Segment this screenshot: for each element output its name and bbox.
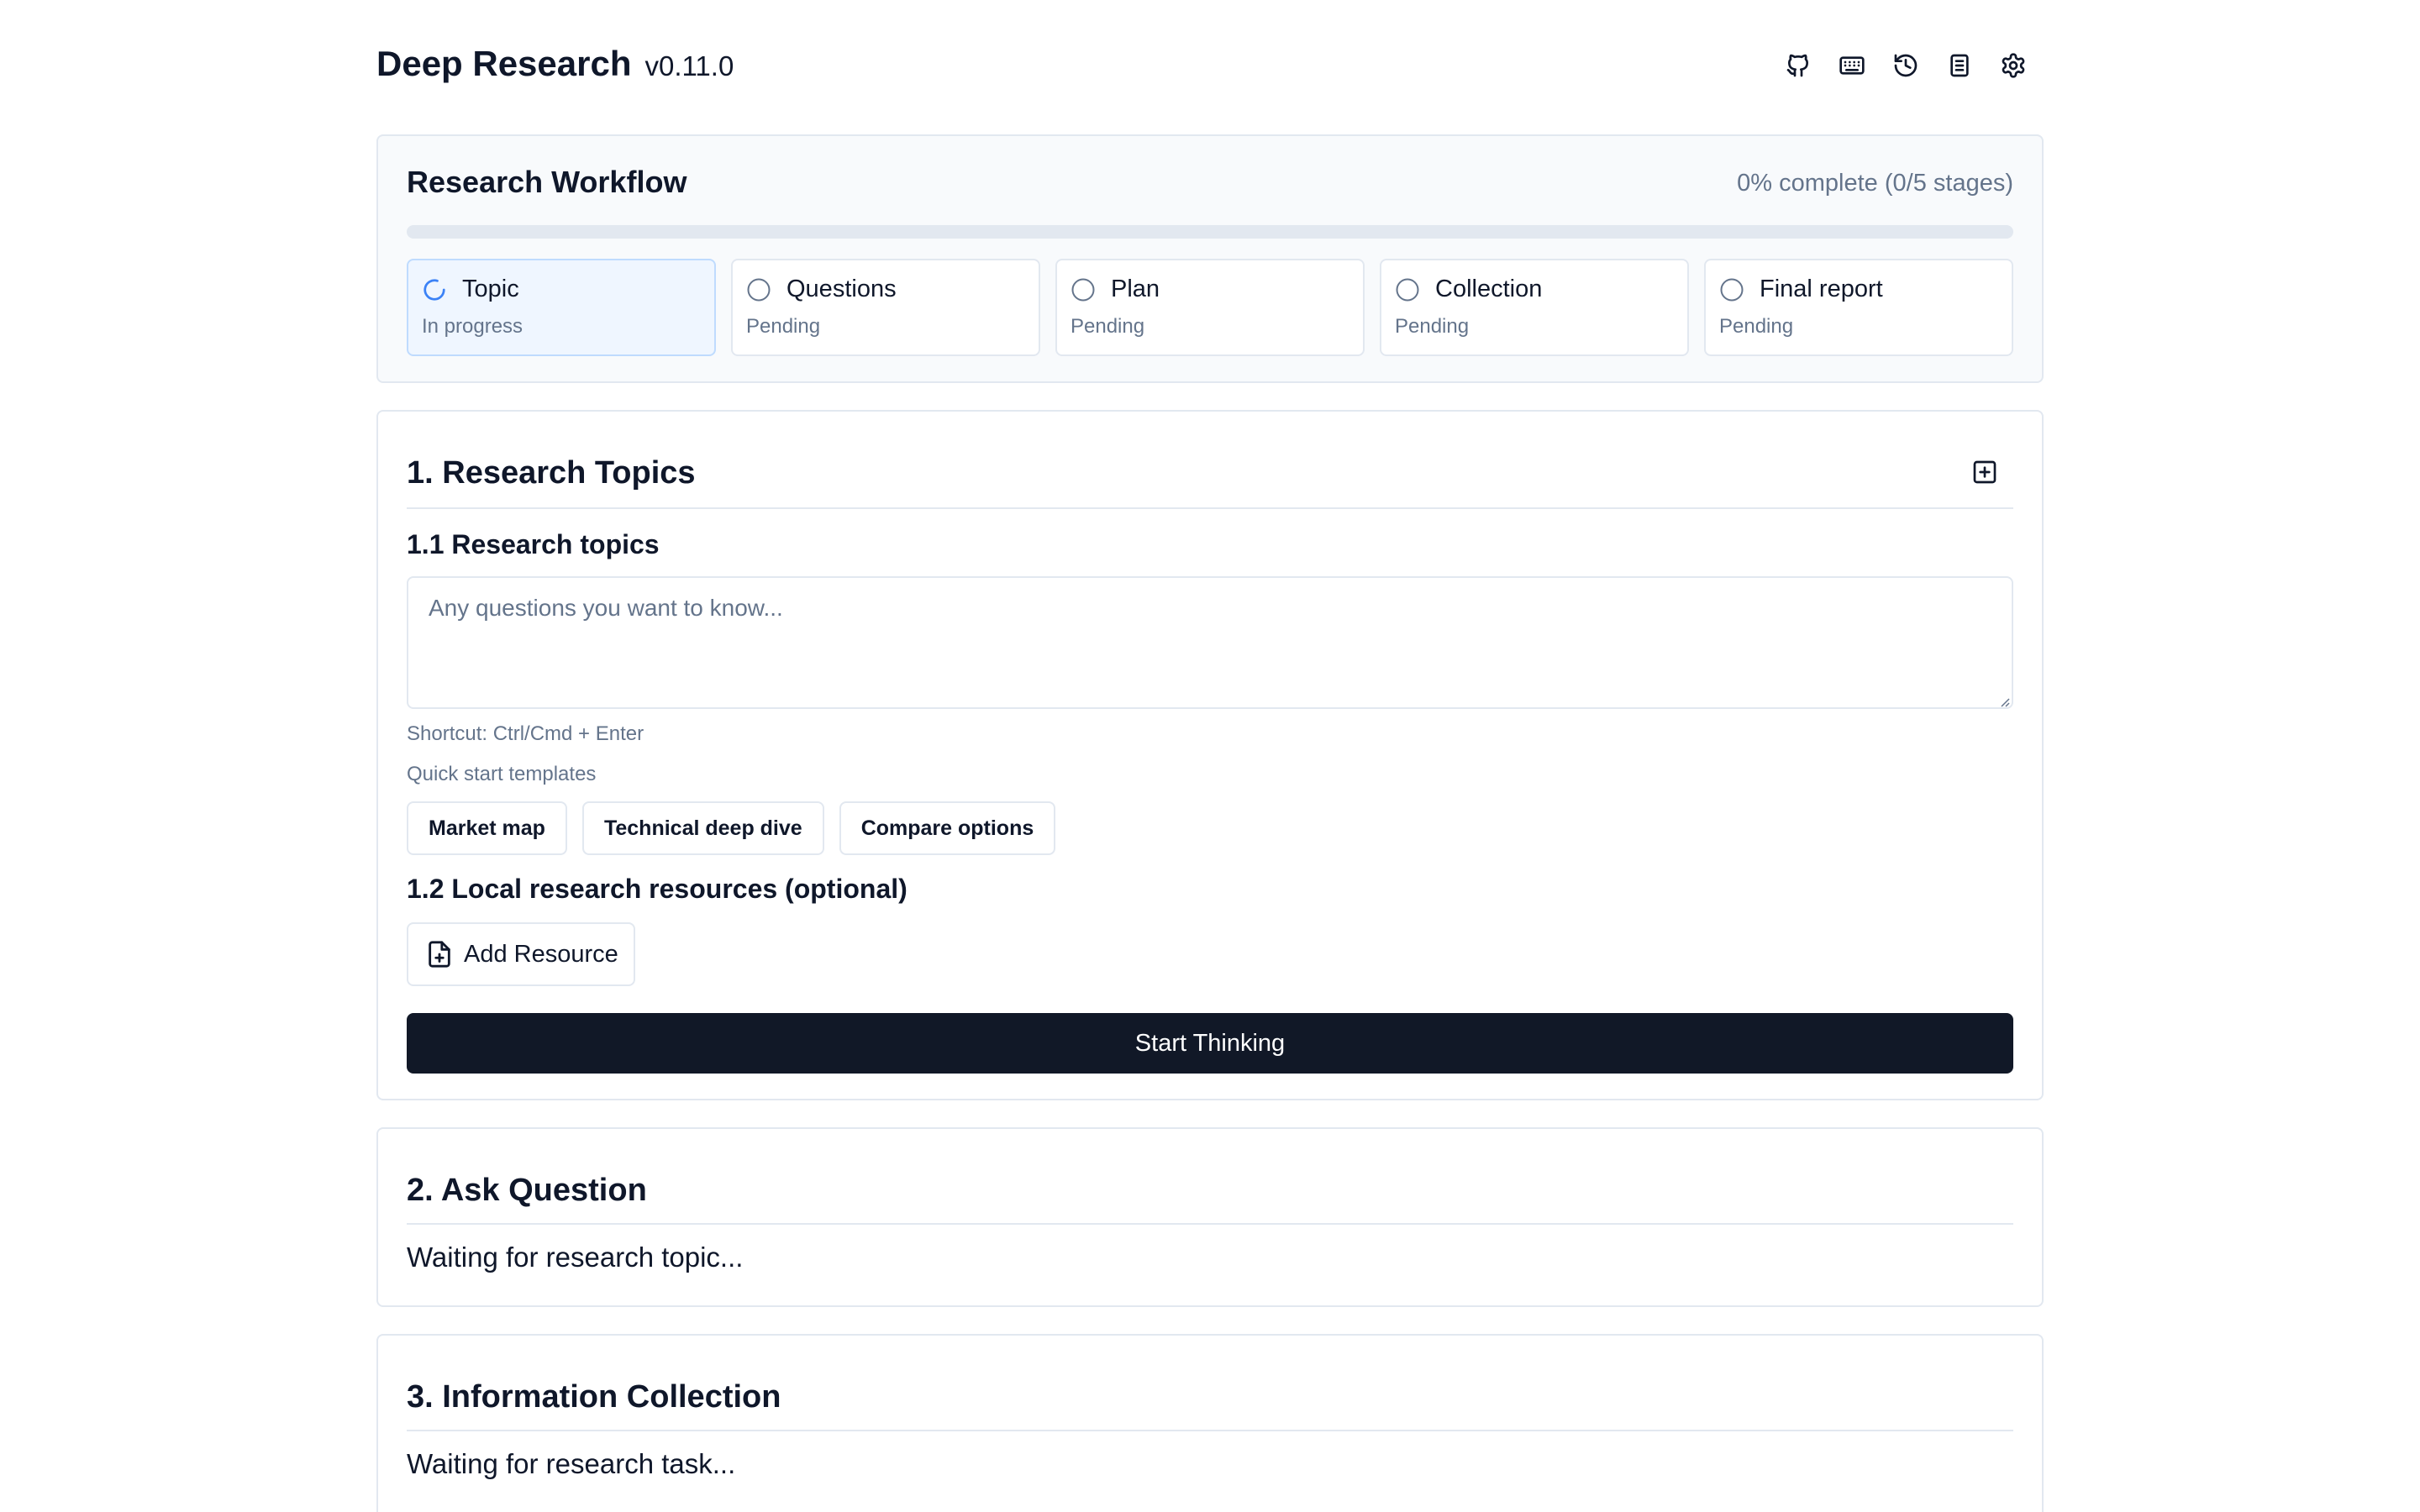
divider [407,507,2013,509]
stage-status: Pending [746,315,821,338]
template-compare-options-button[interactable]: Compare options [839,801,1056,855]
workflow-title: Research Workflow [407,165,687,199]
loading-spinner-icon [422,277,447,302]
research-topic-input[interactable] [407,576,2013,709]
stage-label: Collection [1435,276,1543,302]
stage-plan[interactable]: Plan Pending [1055,259,1365,356]
history-button[interactable] [1889,49,1923,82]
subsection-title: 1.2 Local research resources (optional) [407,874,908,904]
stage-questions[interactable]: Questions Pending [731,259,1040,356]
add-resource-label: Add Resource [464,940,618,968]
stage-status: In progress [422,315,523,338]
template-technical-deep-dive-button[interactable]: Technical deep dive [581,801,824,855]
stage-label: Plan [1111,276,1160,302]
stage-label: Questions [786,276,897,302]
add-resource-button[interactable]: Add Resource [407,922,635,986]
shortcut-hint: Shortcut: Ctrl/Cmd + Enter [407,722,644,745]
section-title: 1. Research Topics [407,455,696,491]
circle-icon [1719,277,1744,302]
waiting-message: Waiting for research topic... [407,1242,744,1273]
github-icon [1786,54,1808,77]
circle-icon [1395,277,1420,302]
app-root: Deep Research v0.11.0 Research Workflow … [0,0,2420,1512]
research-topics-card: 1. Research Topics 1.1 Research topics S… [376,410,2044,1100]
circle-icon [1071,277,1096,302]
divider [407,1223,2013,1225]
quick-start-templates: Market map Technical deep dive Compare o… [407,801,1056,855]
square-plus-icon [1973,460,1996,484]
section-title: 2. Ask Question [407,1173,647,1208]
subsection-title: 1.1 Research topics [407,529,660,559]
workflow-progress-text: 0% complete (0/5 stages) [1737,170,2013,197]
stage-status: Pending [1071,315,1145,338]
stage-status: Pending [1395,315,1470,338]
app-title: Deep Research [376,44,632,83]
stage-status: Pending [1719,315,1794,338]
keyboard-icon [1839,56,1865,75]
app-header-title: Deep Research v0.11.0 [376,44,734,84]
stage-collection[interactable]: Collection Pending [1380,259,1689,356]
divider [407,1430,2013,1431]
github-button[interactable] [1781,49,1815,82]
workflow-progress-bar [407,225,2013,239]
stage-final-report[interactable]: Final report Pending [1704,259,2013,356]
templates-label: Quick start templates [407,763,597,785]
header-toolbar [1781,49,2030,82]
settings-icon [2002,53,2025,78]
waiting-message: Waiting for research task... [407,1448,736,1479]
workflow-stages: Topic In progress Questions Pending Plan… [407,259,2013,356]
settings-button[interactable] [1996,49,2030,82]
knowledge-base-button[interactable] [1943,49,1976,82]
stage-label: Final report [1760,276,1883,302]
stage-label: Topic [462,276,519,302]
template-market-map-button[interactable]: Market map [407,801,567,855]
circle-icon [746,277,771,302]
information-collection-card: 3. Information Collection Waiting for re… [376,1334,2044,1512]
ask-question-card: 2. Ask Question Waiting for research top… [376,1127,2044,1307]
resize-handle-icon[interactable] [1996,694,2010,707]
add-topic-button[interactable] [1971,459,2002,489]
start-thinking-button[interactable]: Start Thinking [407,1013,2013,1074]
section-title: 3. Information Collection [407,1379,781,1415]
keyboard-shortcuts-button[interactable] [1835,49,1869,82]
knowledge-icon [1950,54,1969,77]
app-version: v0.11.0 [644,50,734,81]
research-workflow-card: Research Workflow 0% complete (0/5 stage… [376,134,2044,383]
history-icon [1894,54,1918,77]
file-plus-icon [429,941,450,968]
stage-topic[interactable]: Topic In progress [407,259,716,356]
